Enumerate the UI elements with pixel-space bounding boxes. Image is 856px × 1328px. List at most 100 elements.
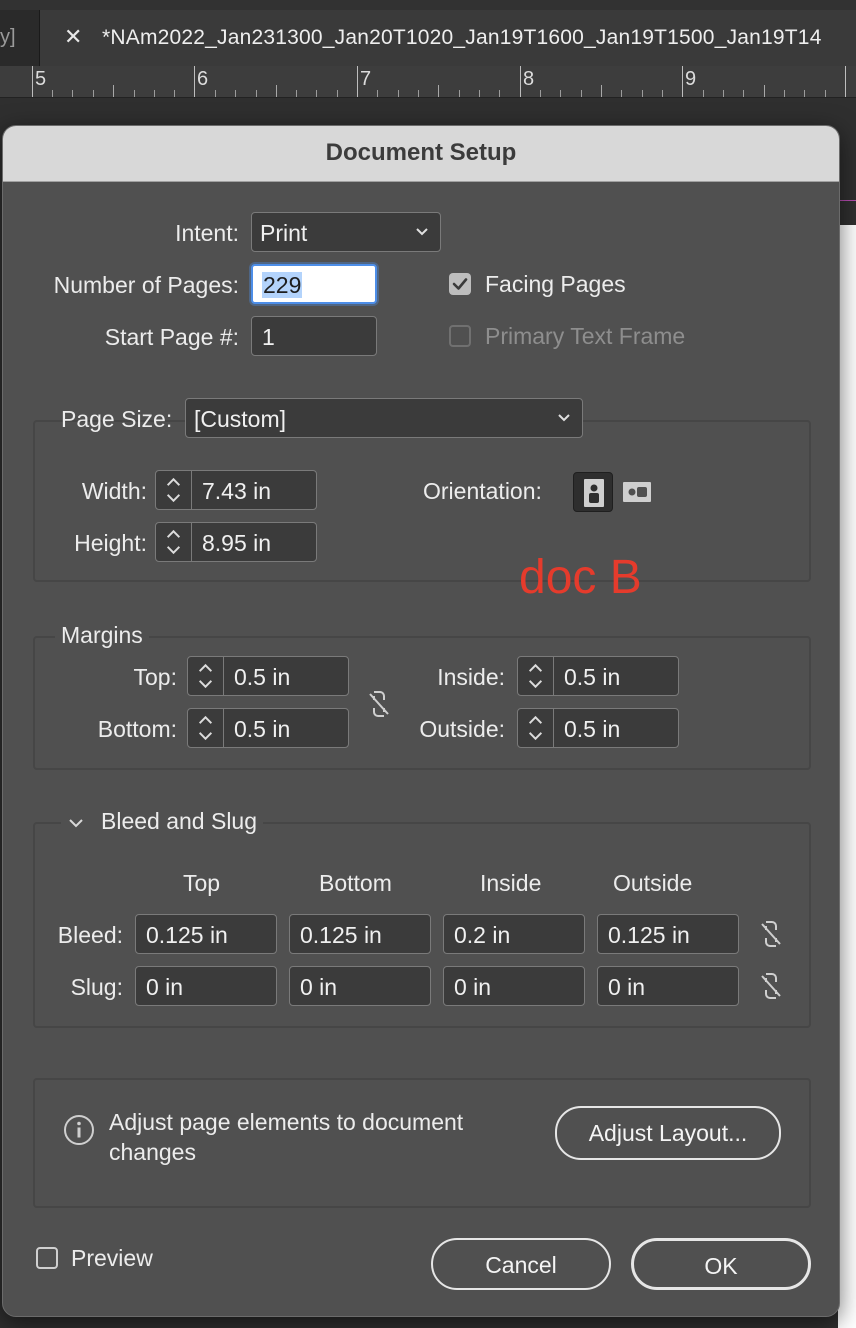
bleed-inside-input[interactable]: 0.2 in (443, 914, 585, 954)
portrait-icon (584, 479, 604, 507)
adjust-message-line2: changes (109, 1139, 196, 1165)
ruler-number: 8 (523, 68, 535, 90)
bleed-outside-input[interactable]: 0.125 in (597, 914, 739, 954)
bleed-slug-title: Bleed and Slug (101, 808, 258, 834)
page-size-dropdown[interactable]: [Custom] (185, 398, 583, 438)
ruler-minor-tick (784, 90, 785, 97)
ruler-minor-tick (459, 90, 460, 97)
cancel-button[interactable]: Cancel (431, 1238, 611, 1290)
active-document-tab[interactable]: ✕ *NAm2022_Jan231300_Jan20T1020_Jan19T16… (40, 10, 856, 66)
stepper-arrows-icon[interactable] (518, 709, 554, 747)
chevron-down-icon (416, 228, 428, 236)
preview-label: Preview (71, 1245, 153, 1271)
preview-checkbox[interactable] (36, 1247, 58, 1269)
page-size-value: [Custom] (194, 406, 287, 432)
intent-dropdown[interactable]: Print (251, 212, 441, 252)
primary-text-frame-label: Primary Text Frame (485, 323, 686, 349)
bleed-top-input[interactable]: 0.125 in (135, 914, 277, 954)
ruler-major-tick (32, 66, 33, 97)
ruler-minor-tick (316, 90, 317, 97)
margins-group (33, 636, 811, 770)
bleed-slug-toggle[interactable]: Bleed and Slug (61, 808, 264, 835)
width-stepper[interactable]: 7.43 in (155, 470, 317, 510)
start-page-value: 1 (262, 324, 275, 350)
bleed-outside-value: 0.125 in (608, 922, 690, 948)
stepper-arrows-icon[interactable] (188, 657, 224, 695)
close-tab-icon[interactable]: ✕ (64, 24, 82, 50)
ruler-minor-tick (723, 90, 724, 97)
ok-button[interactable]: OK (631, 1238, 811, 1290)
ruler-number: 5 (35, 68, 47, 90)
ruler-minor-tick (154, 90, 155, 97)
slug-top-input[interactable]: 0 in (135, 966, 277, 1006)
ruler-minor-tick (296, 90, 297, 97)
ruler-major-tick (520, 66, 521, 97)
height-stepper[interactable]: 8.95 in (155, 522, 317, 562)
intent-label: Intent: (175, 220, 239, 246)
ruler-mid-tick (438, 85, 439, 97)
ruler-minor-tick (642, 90, 643, 97)
ruler-minor-tick (377, 90, 378, 97)
bleed-inside-value: 0.2 in (454, 922, 511, 948)
unlink-chain-icon[interactable] (365, 688, 393, 720)
facing-pages-checkbox[interactable] (449, 273, 471, 295)
stepper-arrows-icon[interactable] (188, 709, 224, 747)
landscape-icon (623, 482, 651, 502)
document-setup-dialog: Document Setup Intent: Print Number of P… (2, 125, 840, 1317)
margin-bottom-stepper[interactable]: 0.5 in (187, 708, 349, 748)
stepper-arrows-icon[interactable] (156, 523, 192, 561)
bleed-column-outside: Outside (613, 870, 693, 896)
ruler-major-tick (194, 66, 195, 97)
unlink-chain-icon[interactable] (757, 918, 785, 950)
bleed-bottom-input[interactable]: 0.125 in (289, 914, 431, 954)
primary-text-frame-checkbox[interactable] (449, 325, 471, 347)
ruler-mid-tick (276, 85, 277, 97)
slug-bottom-input[interactable]: 0 in (289, 966, 431, 1006)
ruler-major-tick (682, 66, 683, 97)
width-value: 7.43 in (202, 478, 272, 504)
margin-top-value: 0.5 in (234, 664, 291, 690)
ruler-number: 6 (197, 68, 209, 90)
info-icon (64, 1115, 94, 1145)
height-value: 8.95 in (202, 530, 272, 556)
ruler-minor-tick (134, 90, 135, 97)
slug-inside-input[interactable]: 0 in (443, 966, 585, 1006)
bleed-column-bottom: Bottom (319, 870, 392, 896)
slug-outside-input[interactable]: 0 in (597, 966, 739, 1006)
margin-top-stepper[interactable]: 0.5 in (187, 656, 349, 696)
width-label: Width: (81, 478, 147, 504)
adjust-layout-button[interactable]: Adjust Layout... (555, 1106, 781, 1160)
margin-inside-stepper[interactable]: 0.5 in (517, 656, 679, 696)
number-of-pages-input[interactable]: 229 (251, 264, 377, 304)
horizontal-ruler[interactable]: 5 6 7 8 9 (0, 66, 856, 98)
ruler-minor-tick (52, 90, 53, 97)
document-page-edge (838, 225, 856, 1328)
start-page-input[interactable]: 1 (251, 316, 377, 356)
ruler-minor-tick (418, 90, 419, 97)
dialog-title: Document Setup (325, 139, 517, 166)
slug-bottom-value: 0 in (300, 974, 338, 1000)
dialog-titlebar[interactable]: Document Setup (3, 126, 839, 182)
ruler-major-tick (845, 66, 846, 97)
cancel-label: Cancel (485, 1252, 557, 1278)
previous-tab[interactable]: y] (0, 10, 40, 66)
stepper-arrows-icon[interactable] (156, 471, 192, 509)
ruler-minor-tick (256, 90, 257, 97)
slug-label: Slug: (70, 974, 123, 1000)
margin-outside-stepper[interactable]: 0.5 in (517, 708, 679, 748)
ruler-minor-tick (540, 90, 541, 97)
chevron-down-icon (69, 819, 83, 828)
unlink-chain-icon[interactable] (757, 970, 785, 1002)
ruler-minor-tick (621, 90, 622, 97)
margin-top-label: Top: (133, 664, 177, 690)
height-label: Height: (74, 530, 147, 556)
portrait-orientation-button[interactable] (573, 472, 613, 512)
bleed-column-top: Top (183, 870, 221, 896)
stepper-arrows-icon[interactable] (518, 657, 554, 695)
ruler-minor-tick (743, 90, 744, 97)
chevron-down-icon (558, 414, 570, 422)
ruler-mid-tick (601, 85, 602, 97)
ruler-minor-tick (72, 90, 73, 97)
ruler-major-tick (357, 66, 358, 97)
landscape-orientation-button[interactable] (617, 472, 657, 512)
